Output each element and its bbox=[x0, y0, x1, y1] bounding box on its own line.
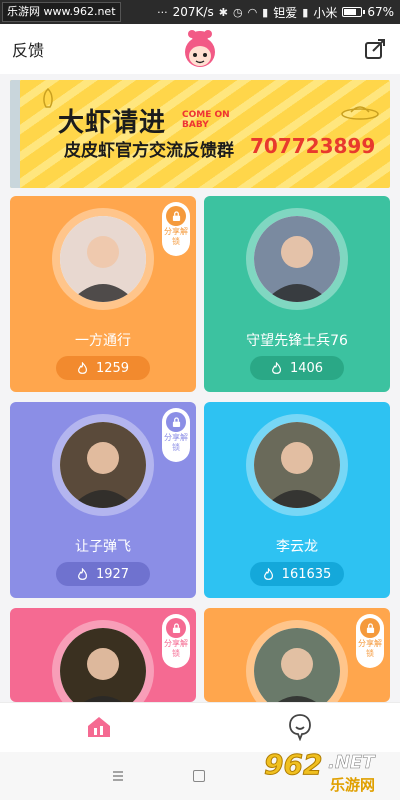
share-unlock-badge[interactable]: 分享解锁 bbox=[162, 408, 190, 462]
menu-icon[interactable] bbox=[112, 770, 124, 782]
banner-group-text: 皮皮虾官方交流反馈群 bbox=[64, 141, 234, 161]
heat-count: 1259 bbox=[95, 360, 130, 376]
watermark-logo: 962 .NET 乐游网 bbox=[260, 748, 396, 798]
lock-icon bbox=[166, 412, 186, 432]
carrier-label: 钽爱 bbox=[273, 5, 298, 20]
heat-count: 1927 bbox=[95, 566, 130, 582]
avatar bbox=[254, 422, 340, 508]
heat-count: 161635 bbox=[281, 566, 332, 582]
heat-count-pill: 1406 bbox=[250, 356, 344, 380]
avatar bbox=[60, 422, 146, 508]
signal2-icon: ▮ bbox=[302, 5, 309, 19]
rocket-icon bbox=[43, 88, 53, 108]
avatar-card[interactable]: 分享解锁一方通行 1259 bbox=[10, 196, 196, 392]
banner-edge bbox=[10, 80, 20, 188]
ufo-icon bbox=[341, 106, 379, 120]
carrier2-label: 小米 bbox=[313, 5, 338, 20]
share-unlock-badge[interactable]: 分享解锁 bbox=[162, 614, 190, 668]
battery-percent: 67% bbox=[367, 5, 394, 19]
fire-icon bbox=[78, 567, 87, 580]
card-name: 李云龙 bbox=[276, 539, 318, 555]
heat-count: 1406 bbox=[289, 360, 324, 376]
avatar-card[interactable]: 李云龙 161635 bbox=[204, 402, 390, 598]
watermark-net: .NET bbox=[328, 752, 375, 774]
signal-icon: ▮ bbox=[262, 5, 269, 19]
banner-subtitle: COME ON BABY bbox=[182, 110, 230, 130]
heat-count-pill: 1927 bbox=[56, 562, 150, 586]
share-unlock-label: 分享解锁 bbox=[358, 639, 382, 658]
share-unlock-label: 分享解锁 bbox=[164, 639, 188, 658]
edit-icon[interactable] bbox=[364, 38, 386, 60]
avatar bbox=[60, 216, 146, 302]
wifi-icon: ◠ bbox=[247, 5, 258, 19]
home-button-icon[interactable] bbox=[193, 770, 205, 782]
lock-icon bbox=[166, 618, 186, 638]
alarm-icon: ◷ bbox=[232, 5, 243, 19]
share-unlock-label: 分享解锁 bbox=[164, 227, 188, 246]
bluetooth-icon: ✱ bbox=[218, 5, 228, 19]
share-unlock-badge[interactable]: 分享解锁 bbox=[356, 614, 384, 668]
fire-icon bbox=[272, 361, 281, 374]
watermark-num: 962 bbox=[263, 748, 323, 782]
banner-title: 大虾请进 bbox=[58, 108, 167, 138]
feedback-button[interactable]: 反馈 bbox=[12, 37, 44, 61]
network-speed: 207K/s bbox=[172, 5, 214, 19]
battery-icon bbox=[342, 7, 366, 17]
lock-icon bbox=[166, 206, 186, 226]
avatar-card[interactable]: 分享解锁 bbox=[10, 608, 196, 702]
card-name: 让子弹飞 bbox=[75, 539, 131, 555]
card-name: 一方通行 bbox=[75, 333, 131, 349]
app-logo bbox=[185, 30, 215, 67]
app-header: 反馈 bbox=[0, 24, 400, 74]
avatar-card[interactable]: 守望先锋士兵76 1406 bbox=[204, 196, 390, 392]
banner-group-number: 707723899 bbox=[250, 134, 376, 158]
dots-icon: ··· bbox=[157, 5, 168, 19]
home-tab-icon[interactable] bbox=[86, 715, 112, 739]
avatar-card[interactable]: 分享解锁让子弹飞 1927 bbox=[10, 402, 196, 598]
avatar bbox=[254, 216, 340, 302]
share-unlock-badge[interactable]: 分享解锁 bbox=[162, 202, 190, 256]
avatar-card[interactable]: 分享解锁 bbox=[204, 608, 390, 702]
lock-icon bbox=[360, 618, 380, 638]
watermark-cn: 乐游网 bbox=[330, 776, 376, 794]
bottom-nav bbox=[0, 702, 400, 752]
share-unlock-label: 分享解锁 bbox=[164, 433, 188, 452]
watermark-badge: 乐游网 www.962.net bbox=[2, 2, 121, 22]
fire-icon bbox=[263, 567, 273, 580]
heat-count-pill: 161635 bbox=[250, 562, 344, 586]
chat-tab-icon[interactable] bbox=[288, 713, 312, 741]
card-name: 守望先锋士兵76 bbox=[246, 333, 348, 349]
status-bar: 乐游网 www.962.net ··· 207K/s ✱ ◷ ◠ ▮ 钽爱 ▮ … bbox=[0, 0, 400, 24]
fire-icon bbox=[78, 361, 87, 374]
heat-count-pill: 1259 bbox=[56, 356, 150, 380]
